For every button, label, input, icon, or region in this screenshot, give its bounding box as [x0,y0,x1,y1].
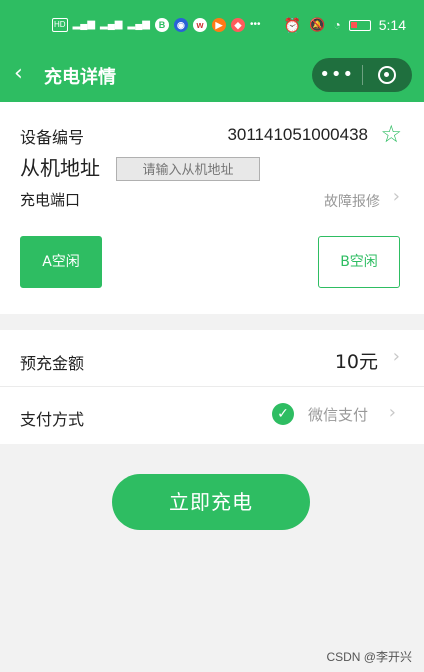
baidu-icon: ◉ [173,18,188,32]
payment-card: 预充金额 10元 › 支付方式 ✓ 微信支付 › [0,330,424,444]
port-b-label: B空闲 [340,254,378,270]
chevron-right-icon: › [392,346,400,367]
hd-icon: HD [52,18,68,32]
payment-method-value[interactable]: 微信支付 [308,404,368,425]
play-icon: ▶ [211,18,226,32]
page-title: 充电详情 [44,67,116,88]
mini-program-capsule: ••• [312,58,412,92]
divider [0,386,424,387]
wifi-icon: ◔ [333,18,341,32]
port-a-button[interactable]: A空闲 [20,236,102,288]
status-right-icons: ⏰ 🔕 ◔ 5:14 [284,17,406,33]
slave-address-label: 从机地址 [20,156,100,180]
signal-icon: ▂▄▆ [72,19,96,30]
charging-port-label: 充电端口 [20,191,81,209]
start-charging-button[interactable]: 立即充电 [112,474,310,530]
target-icon [378,66,397,84]
status-bar: HD ▂▄▆ ▂▄▆ ▂▄▆ B ◉ w ▶ ◆ ••• ⏰ 🔕 ◔ 5:14 [0,0,424,50]
nav-icon: ◆ [230,18,245,32]
ellipsis-icon[interactable]: ••• [312,58,362,92]
chevron-right-icon: › [392,186,400,207]
chevron-left-icon[interactable]: ‹ [14,61,23,86]
signal-icon: ▂▄▆ [100,19,123,30]
slave-address-input[interactable] [116,157,260,181]
wechat-check-icon: ✓ [272,403,294,425]
chevron-right-icon: › [388,402,396,423]
fault-report-link[interactable]: 故障报修 [324,191,380,211]
app-w-icon: w [192,18,207,32]
prepay-amount-value[interactable]: 10元 [335,347,378,374]
device-number-label: 设备编号 [20,128,85,147]
device-number-value: 301141051000438 [227,125,368,144]
mute-icon: 🔕 [309,17,326,32]
status-time: 5:14 [378,17,406,33]
battery-icon [348,19,371,31]
start-charging-label: 立即充电 [169,490,253,514]
port-a-label: A空闲 [42,254,80,270]
close-capsule-button[interactable] [363,66,413,84]
app-badge-icon: B [154,18,169,32]
signal-icon: ▂▄▆ [127,19,150,30]
star-outline-icon[interactable]: ☆ [380,120,402,148]
prepay-amount-label: 预充金额 [20,354,85,373]
device-card: 设备编号 301141051000438 ☆ 从机地址 充电端口 故障报修 › … [0,102,424,314]
nav-bar: ‹ 充电详情 ••• [0,50,424,102]
port-b-button[interactable]: B空闲 [318,236,400,288]
alarm-icon: ⏰ [283,17,302,33]
payment-method-label: 支付方式 [20,410,85,429]
watermark: CSDN @李开兴 [326,650,412,664]
more-dots-icon: ••• [249,19,261,30]
status-left-icons: HD ▂▄▆ ▂▄▆ ▂▄▆ B ◉ w ▶ ◆ ••• [52,18,260,32]
